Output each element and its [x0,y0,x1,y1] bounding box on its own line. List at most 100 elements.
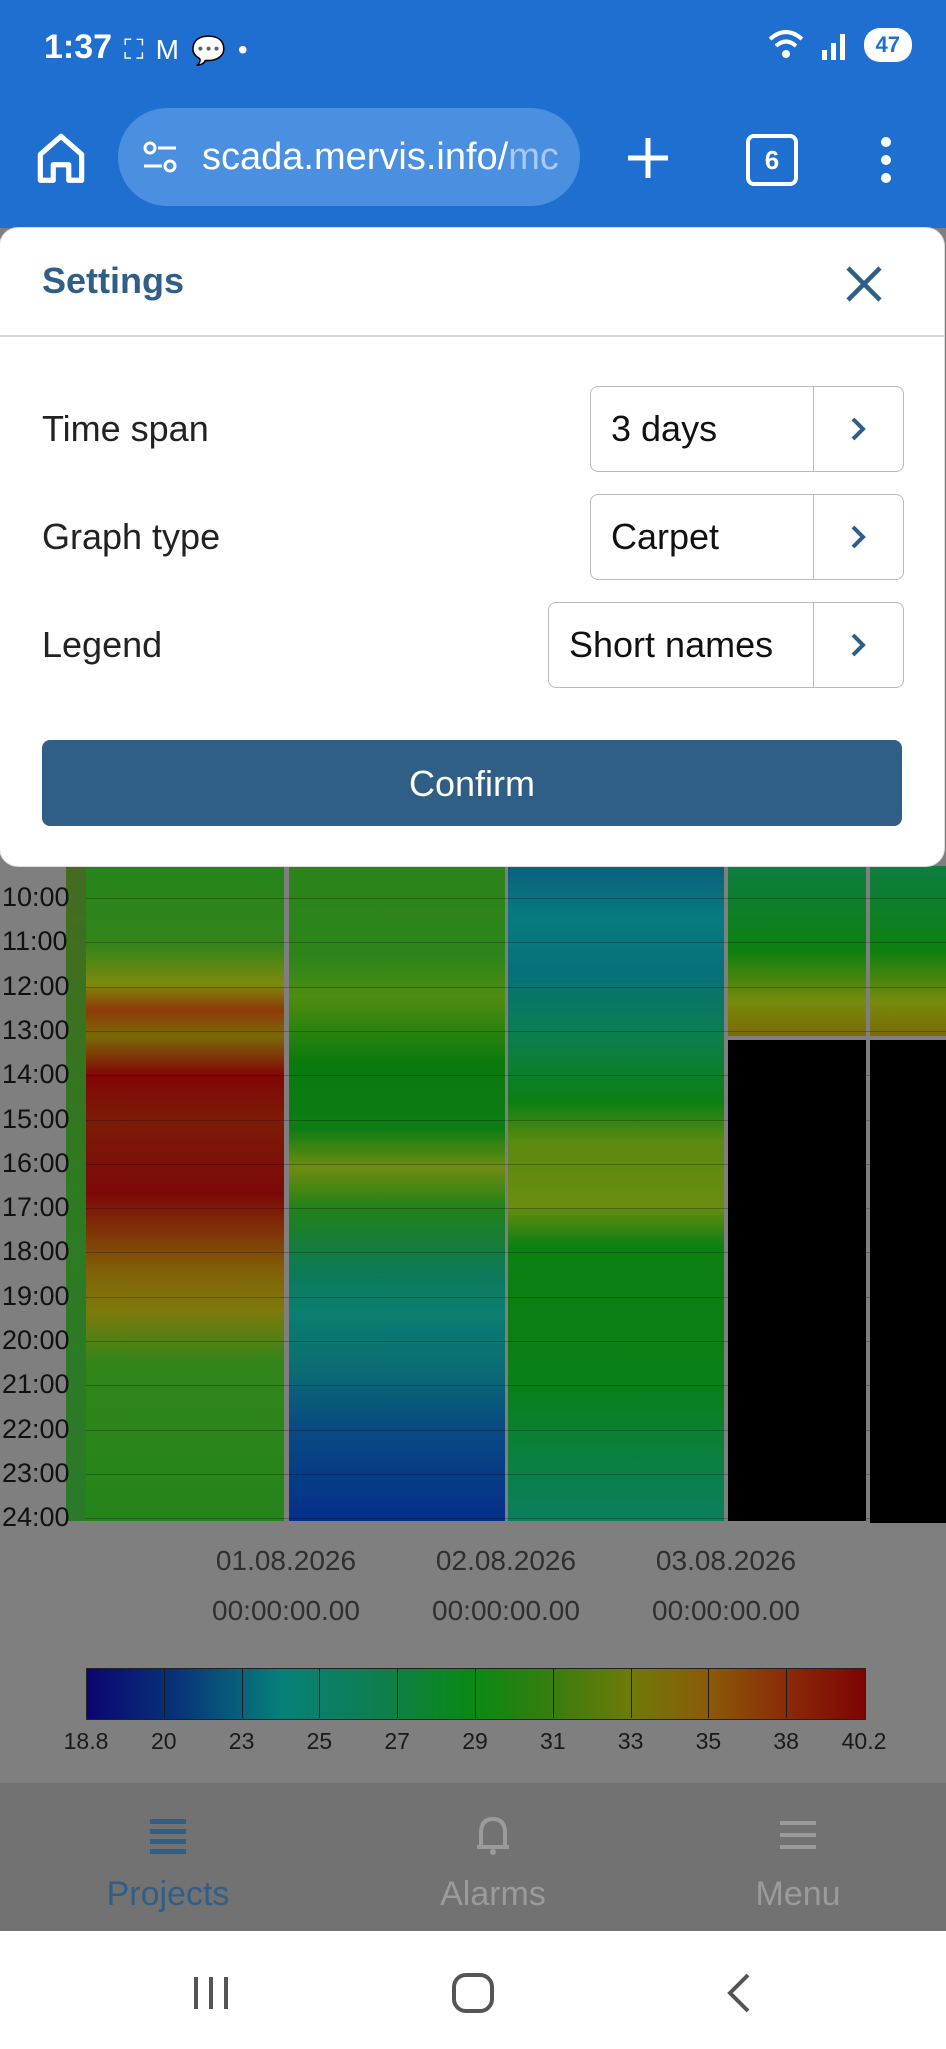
x-label-day3: 03.08.2026 00:00:00.00 [652,1545,800,1626]
carpet-column-day4 [728,866,866,1036]
modal-header: Settings [0,228,944,337]
settings-modal: Settings Time span 3 days Graph type Car… [0,228,944,866]
scale-tick-label: 25 [306,1728,333,1754]
hour-tick-label: 22:00 [2,1413,70,1444]
graph-type-selector[interactable]: Carpet [590,494,904,580]
scale-tick-label: 38 [773,1728,799,1754]
status-time: 1:37 [44,28,113,66]
confirm-button[interactable]: Confirm [42,740,902,826]
scale-tick [241,1668,243,1718]
graph-type-value: Carpet [591,495,814,579]
nav-alarms[interactable]: Alarms [393,1783,593,1931]
legend-label: Legend [42,624,163,665]
scale-tick [552,1668,554,1718]
hour-tick-label: 20:00 [2,1325,70,1355]
hour-tick-label: 12:00 [2,970,70,1001]
grid-line [86,1252,946,1254]
screenshot-icon: ⛶ [124,33,144,65]
tab-switcher-button[interactable]: 6 [746,134,798,186]
hour-tick-label: 11:00 [2,926,68,957]
status-notification-icons: ⛶ M 💬 • [124,30,248,70]
grid-line [86,1119,946,1121]
scale-tick-label: 23 [228,1728,255,1754]
grid-line [86,1296,946,1298]
more-options-icon[interactable] [868,130,904,190]
grid-line [86,1030,946,1032]
scale-tick [708,1668,710,1718]
home-icon[interactable] [30,126,92,188]
scale-tick-label: 31 [540,1728,566,1754]
hour-tick-label: 23:00 [2,1457,70,1488]
scale-tick-label: 40.2 [841,1728,887,1754]
grid-line [86,1518,946,1520]
carpet-column-day2 [289,866,505,1521]
chat-icon: 💬 [190,34,226,66]
nav-alarms-label: Alarms [440,1875,546,1913]
carpet-column-day5 [870,866,946,1036]
scale-tick-label: 18.8 [63,1728,109,1754]
scale-tick [319,1668,321,1718]
grid-line [86,1429,946,1431]
home-nav-icon[interactable] [448,1969,498,2017]
nav-menu-label: Menu [755,1875,841,1913]
scale-tick [475,1668,476,1718]
dot-icon: • [237,34,248,65]
carpet-column-day1 [86,866,284,1521]
scale-tick-label: 20 [151,1728,177,1754]
hour-tick-label: 13:00 [2,1014,70,1045]
url-text: scada.mervis.info/mc [202,135,559,178]
legend-selector[interactable]: Short names [548,602,904,688]
menu-icon [780,1821,816,1849]
grid-line [86,1208,946,1210]
x-label-day2: 02.08.2026 00:00:00.00 [432,1545,580,1626]
hour-tick-label: 14:00 [2,1059,70,1090]
grid-line [86,1163,946,1165]
back-icon[interactable] [714,1969,764,2017]
bottom-navigation: Projects Alarms Menu [0,1783,946,1931]
chevron-right-icon[interactable] [814,603,902,687]
close-icon[interactable] [844,264,884,304]
hour-tick-label: 15:00 [2,1103,70,1134]
grid-line [86,1473,946,1475]
gmail-icon: M [155,34,179,65]
status-right: 47 [766,28,912,62]
bell-icon [477,1816,509,1855]
battery-indicator: 47 [863,28,912,62]
carpet-column-day3 [508,866,724,1521]
hour-tick-label: 21:00 [2,1369,70,1400]
wifi-icon [768,30,803,58]
grid-line [86,1075,946,1077]
scale-tick [630,1668,632,1718]
scale-tick-label: 29 [462,1728,488,1754]
hour-tick-label: 24:00 [2,1502,70,1533]
grid-line [86,898,946,899]
nav-menu[interactable]: Menu [698,1783,898,1931]
grid-line [86,1341,946,1342]
hour-tick-label: 10:00 [2,882,70,912]
grid-line [86,986,946,988]
time-span-selector[interactable]: 3 days [590,386,904,472]
hour-tick-label: 17:00 [2,1192,70,1223]
grid-line [86,1385,946,1387]
scale-tick [786,1668,788,1718]
url-bar[interactable]: scada.mervis.info/mc [118,108,580,206]
time-span-value: 3 days [591,387,814,471]
browser-top-bar: 1:37 ⛶ M 💬 • 47 scada.mervis.info/mc 6 [0,0,946,228]
system-navigation-bar [0,1931,946,2049]
recent-apps-icon[interactable] [186,1969,236,2017]
modal-title: Settings [42,260,185,301]
new-tab-icon[interactable] [620,130,676,186]
scale-tick [397,1668,399,1718]
nav-projects[interactable]: Projects [68,1783,268,1931]
site-settings-icon[interactable] [138,135,182,179]
hour-tick-label: 19:00 [2,1280,70,1311]
grid-line [86,942,946,944]
graph-type-label: Graph type [42,516,221,557]
chevron-right-icon[interactable] [814,387,902,471]
list-icon [150,1819,186,1854]
hour-tick-label: 16:00 [2,1147,70,1178]
no-data-block-1 [728,1040,866,1521]
no-data-block-2 [870,1040,946,1523]
color-scale-bar [86,1668,866,1720]
chevron-right-icon[interactable] [814,495,902,579]
